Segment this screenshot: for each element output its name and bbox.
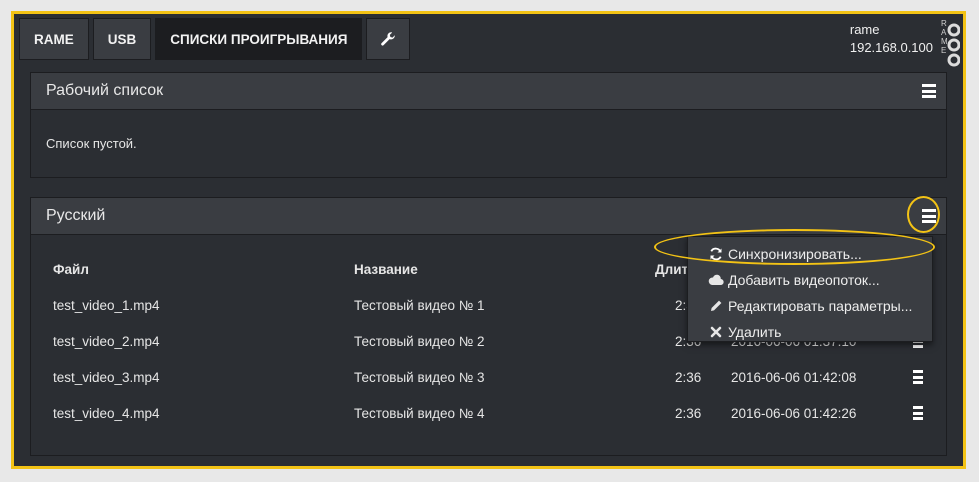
menu-item-delete[interactable]: Удалить	[688, 319, 932, 345]
menu-icon	[922, 209, 936, 223]
menu-icon	[922, 84, 936, 98]
refresh-icon	[708, 247, 724, 261]
row-menu-button[interactable]	[911, 359, 925, 395]
playlist-header: Русский	[31, 198, 946, 235]
menu-item-add-stream[interactable]: Добавить видеопоток...	[688, 267, 932, 293]
column-name[interactable]: Название	[354, 251, 418, 287]
row-file: test_video_4.mp4	[53, 405, 160, 421]
row-file: test_video_3.mp4	[53, 369, 160, 385]
svg-text:A: A	[941, 28, 947, 37]
work-list-header: Рабочий список	[31, 73, 946, 110]
close-icon	[708, 325, 724, 339]
row-name: Тестовый видео № 2	[354, 333, 485, 349]
menu-item-label: Добавить видеопоток...	[728, 272, 880, 288]
work-list-empty-text: Список пустой.	[46, 136, 137, 151]
menu-item-label: Синхронизировать...	[728, 246, 862, 262]
menu-item-label: Удалить	[728, 324, 782, 340]
host-name: rame	[849, 22, 880, 37]
top-nav: RAME USB СПИСКИ ПРОИГРЫВАНИЯ	[19, 18, 411, 60]
menu-icon	[913, 406, 923, 420]
svg-text:E: E	[941, 46, 946, 55]
rame-logo: R A M E	[941, 19, 960, 67]
playlist-title: Русский	[46, 207, 106, 224]
work-list-title: Рабочий список	[46, 82, 164, 99]
host-info: rame 192.168.0.100	[850, 21, 933, 57]
tab-settings[interactable]	[366, 18, 411, 60]
table-row[interactable]: test_video_4.mp4 Тестовый видео № 4 2:36…	[31, 395, 946, 431]
menu-item-label: Редактировать параметры...	[728, 298, 913, 314]
svg-text:R: R	[941, 19, 947, 28]
playlist-dropdown-menu: Синхронизировать... Добавить видеопоток.…	[687, 236, 933, 342]
cloud-icon	[708, 273, 724, 287]
row-file: test_video_1.mp4	[53, 297, 160, 313]
menu-icon	[913, 370, 923, 384]
column-file[interactable]: Файл	[53, 251, 89, 287]
host-ip: 192.168.0.100	[849, 40, 933, 55]
row-name: Тестовый видео № 3	[354, 369, 485, 385]
tab-usb[interactable]: USB	[92, 18, 152, 60]
table-row[interactable]: test_video_3.mp4 Тестовый видео № 3 2:36…	[31, 359, 946, 395]
work-list-panel: Рабочий список Список пустой.	[30, 72, 947, 178]
tab-playlists[interactable]: СПИСКИ ПРОИГРЫВАНИЯ	[155, 18, 363, 60]
work-list-menu-button[interactable]	[920, 82, 938, 100]
row-date: 2016-06-06 01:42:26	[731, 405, 857, 421]
row-duration: 2:36	[675, 369, 702, 385]
row-menu-button[interactable]	[911, 395, 925, 431]
svg-text:M: M	[941, 37, 948, 46]
menu-item-sync[interactable]: Синхронизировать...	[688, 241, 932, 267]
row-file: test_video_2.mp4	[53, 333, 160, 349]
menu-item-edit[interactable]: Редактировать параметры...	[688, 293, 932, 319]
row-name: Тестовый видео № 4	[354, 405, 485, 421]
tab-rame[interactable]: RAME	[19, 18, 89, 60]
pencil-icon	[708, 299, 724, 313]
app-frame: RAME USB СПИСКИ ПРОИГРЫВАНИЯ rame 192.16…	[11, 11, 966, 469]
row-name: Тестовый видео № 1	[354, 297, 485, 313]
row-duration: 2:36	[675, 405, 702, 421]
row-date: 2016-06-06 01:42:08	[731, 369, 857, 385]
wrench-icon	[381, 32, 396, 46]
playlist-menu-button[interactable]	[920, 207, 938, 225]
